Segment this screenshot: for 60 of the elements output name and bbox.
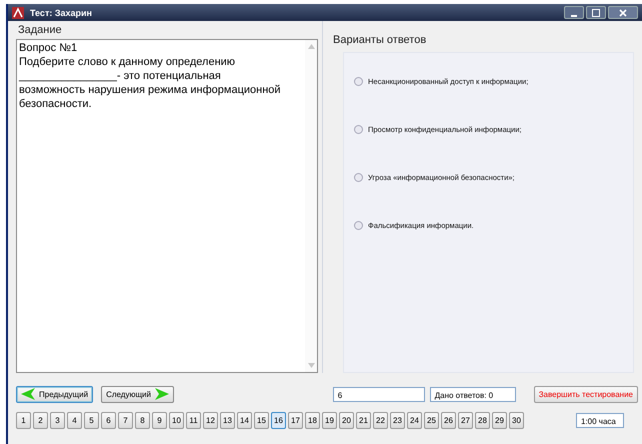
maximize-icon	[592, 8, 600, 16]
question-number-button[interactable]: 12	[203, 412, 218, 429]
question-number-button[interactable]: 9	[152, 412, 167, 429]
question-number-button[interactable]: 3	[50, 412, 65, 429]
question-number-button[interactable]: 13	[220, 412, 235, 429]
question-number-button[interactable]: 8	[135, 412, 150, 429]
question-number-button[interactable]: 6	[101, 412, 116, 429]
question-number-button[interactable]: 14	[237, 412, 252, 429]
question-number-button[interactable]: 4	[67, 412, 82, 429]
radio-button[interactable]	[354, 125, 363, 134]
question-number-button[interactable]: 19	[322, 412, 337, 429]
question-number-button[interactable]: 2	[33, 412, 48, 429]
question-number-button[interactable]: 26	[441, 412, 456, 429]
question-number-button[interactable]: 15	[254, 412, 269, 429]
next-button[interactable]: Следующий	[101, 386, 174, 402]
question-number-button[interactable]: 20	[339, 412, 354, 429]
app-icon	[12, 6, 24, 18]
question-number-button[interactable]: 1	[16, 412, 31, 429]
question-number-button[interactable]: 21	[356, 412, 371, 429]
radio-button[interactable]	[354, 77, 363, 86]
minimize-icon	[571, 14, 577, 16]
left-arrow-icon	[21, 388, 35, 400]
close-icon	[619, 8, 627, 16]
question-number-button[interactable]: 18	[305, 412, 320, 429]
question-number-button[interactable]: 30	[509, 412, 524, 429]
scrollbar[interactable]	[305, 40, 317, 372]
question-number-button[interactable]: 29	[492, 412, 507, 429]
minimize-button[interactable]	[564, 6, 584, 19]
question-number-button[interactable]: 7	[118, 412, 133, 429]
question-number-button[interactable]: 5	[84, 412, 99, 429]
question-text-line: ________________- это потенциальная	[19, 69, 222, 83]
question-number-button[interactable]: 28	[475, 412, 490, 429]
task-heading: Задание	[17, 23, 63, 38]
previous-button[interactable]: Предыдущий	[16, 386, 94, 402]
question-text-line: безопасности.	[19, 97, 93, 111]
question-text-line: Подберите слово к данному определению	[19, 55, 236, 69]
radio-button[interactable]	[354, 173, 363, 182]
question-text-line: Вопрос №1	[19, 41, 78, 55]
question-number-button[interactable]: 22	[373, 412, 388, 429]
radio-button[interactable]	[354, 221, 363, 230]
question-number-button[interactable]: 24	[407, 412, 422, 429]
answer-field[interactable]: 6	[332, 386, 425, 402]
question-text-line: возможность нарушения режима информационной	[19, 83, 282, 97]
right-arrow-icon	[154, 388, 169, 400]
window-title: Тест: Захарин	[30, 8, 92, 18]
question-number-button[interactable]: 16	[271, 412, 286, 429]
question-number-button[interactable]: 10	[169, 412, 184, 429]
finish-test-button[interactable]: Завершить тестирование	[534, 386, 638, 402]
question-number-button[interactable]: 27	[458, 412, 473, 429]
timer-field: 1:00 часа	[576, 413, 624, 428]
question-number-button[interactable]: 25	[424, 412, 439, 429]
question-number-button[interactable]: 23	[390, 412, 405, 429]
close-button[interactable]	[608, 6, 638, 19]
scroll-up-icon	[308, 44, 314, 49]
maximize-button[interactable]	[586, 6, 606, 19]
scroll-down-icon	[308, 363, 314, 368]
question-number-button[interactable]: 11	[186, 412, 201, 429]
answered-count: Дано ответов: 0	[430, 386, 516, 402]
question-number-button[interactable]: 17	[288, 412, 303, 429]
answers-heading: Варианты ответов	[333, 33, 428, 48]
